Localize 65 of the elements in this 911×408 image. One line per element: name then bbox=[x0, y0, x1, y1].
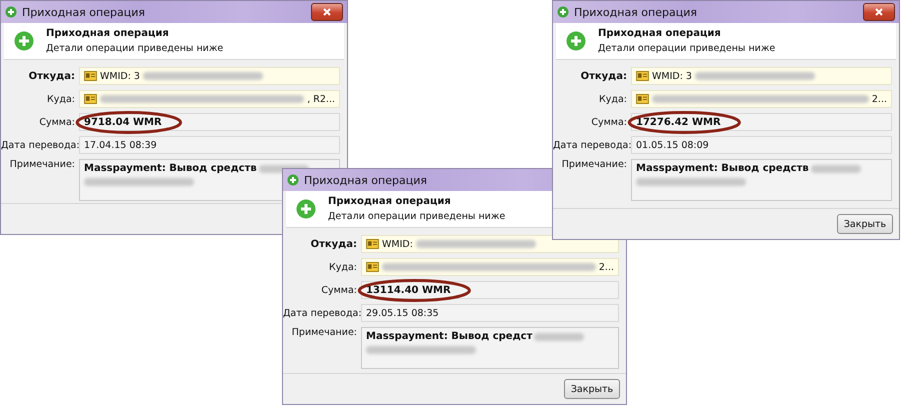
field-value: WMID: bbox=[382, 238, 413, 250]
plus-circle-icon bbox=[296, 199, 316, 219]
note-text: Masspayment: Вывод средств bbox=[84, 163, 257, 174]
id-card-icon bbox=[366, 262, 379, 272]
field-value: 01.05.15 08:09 bbox=[636, 140, 709, 150]
field-value: , R2... bbox=[307, 94, 335, 104]
dialog-subheading: Детали операции приведены ниже bbox=[46, 43, 224, 54]
id-card-icon bbox=[84, 71, 97, 81]
recipient-field[interactable]: 2... bbox=[631, 90, 892, 108]
dialog-heading: Приходная операция bbox=[598, 28, 722, 39]
note-text: Masspayment: Вывод средств bbox=[636, 163, 809, 174]
sender-field[interactable]: WMID: 3 bbox=[79, 67, 340, 85]
dialog-heading: Приходная операция bbox=[46, 28, 170, 39]
field-label: Откуда: bbox=[310, 238, 357, 250]
id-card-icon bbox=[84, 94, 97, 104]
recipient-field[interactable]: , R2... bbox=[79, 90, 340, 108]
field-label: Примечание: bbox=[560, 159, 627, 170]
window-title: Приходная операция bbox=[574, 6, 697, 18]
field-value: 2... bbox=[872, 94, 887, 104]
close-button[interactable]: Закрыть bbox=[564, 379, 620, 399]
field-value: WMID: 3 bbox=[652, 70, 692, 82]
field-label: Куда: bbox=[598, 94, 627, 104]
field-value: 29.05.15 08:35 bbox=[366, 308, 439, 318]
plus-circle-icon bbox=[14, 31, 34, 51]
field-label: Откуда: bbox=[28, 70, 75, 82]
field-label: Сумма: bbox=[38, 116, 75, 128]
dialog-subheading: Детали операции приведены ниже bbox=[598, 43, 776, 54]
date-field[interactable]: 29.05.15 08:35 bbox=[361, 304, 619, 322]
id-card-icon bbox=[366, 239, 379, 249]
field-value: 17.04.15 08:39 bbox=[84, 140, 157, 150]
window-title: Приходная операция bbox=[22, 6, 145, 18]
field-value: WMID: 3 bbox=[100, 70, 140, 82]
note-field[interactable]: Masspayment: Вывод средст bbox=[361, 327, 619, 369]
field-label: Куда: bbox=[328, 262, 357, 272]
field-value: 2... bbox=[598, 262, 614, 272]
close-icon bbox=[322, 7, 332, 17]
date-field[interactable]: 01.05.15 08:09 bbox=[631, 136, 892, 154]
note-field[interactable]: Masspayment: Вывод средств bbox=[631, 159, 892, 201]
close-button[interactable] bbox=[311, 3, 343, 21]
field-label: Сумма: bbox=[590, 116, 627, 128]
blurred-text bbox=[810, 164, 861, 172]
field-label: Сумма: bbox=[320, 284, 357, 296]
plus-circle-icon bbox=[287, 174, 299, 186]
amount-value: 17276.42 WMR bbox=[636, 116, 721, 128]
amount-value: 13114.40 WMR bbox=[366, 284, 451, 296]
close-icon bbox=[874, 7, 884, 17]
recipient-field[interactable]: 2... bbox=[361, 258, 619, 276]
date-field[interactable]: 17.04.15 08:39 bbox=[79, 136, 340, 154]
id-card-icon bbox=[636, 94, 649, 104]
field-label: Куда: bbox=[46, 94, 75, 104]
plus-circle-icon bbox=[566, 31, 586, 51]
sender-field[interactable]: WMID: 3 bbox=[631, 67, 892, 85]
close-button[interactable]: Закрыть bbox=[837, 214, 893, 234]
blurred-text bbox=[534, 332, 584, 340]
field-label: Примечание: bbox=[290, 327, 357, 338]
field-label: Откуда: bbox=[580, 70, 627, 82]
plus-circle-icon bbox=[557, 6, 569, 18]
id-card-icon bbox=[636, 71, 649, 81]
field-label: Примечание: bbox=[8, 159, 75, 170]
close-button[interactable] bbox=[863, 3, 895, 21]
note-text: Masspayment: Вывод средст bbox=[366, 331, 532, 342]
amount-value: 9718.04 WMR bbox=[84, 116, 162, 128]
sender-field[interactable]: WMID: bbox=[361, 235, 619, 253]
dialog-subheading: Детали операции приведены ниже bbox=[328, 211, 506, 222]
plus-circle-icon bbox=[5, 6, 17, 18]
